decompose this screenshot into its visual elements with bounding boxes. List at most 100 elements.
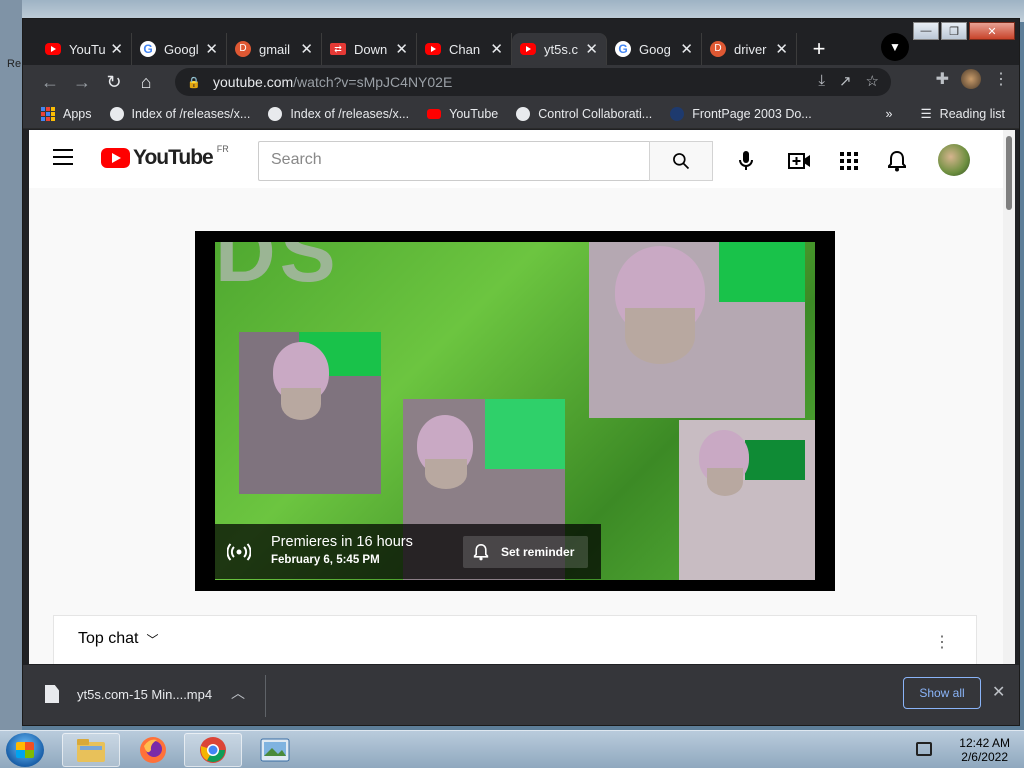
search-button[interactable] [649,141,713,181]
top-chat-dropdown[interactable]: Top chat ﹀ [78,630,159,648]
bookmark-youtube[interactable]: YouTube [427,107,498,121]
home-button[interactable]: ⌂ [133,69,159,95]
thumbnail-person-bottom-right [679,420,815,580]
bookmark-label: Apps [63,106,92,121]
close-tab-icon[interactable]: ✕ [585,40,598,58]
tab-title: gmail [259,41,291,57]
tab-youtube[interactable]: YouTu ✕ [37,33,132,65]
image-viewer-icon [260,738,290,762]
profile-avatar[interactable] [961,69,981,89]
premiere-title: Premieres in 16 hours [271,534,413,550]
tab-strip: YouTu ✕ G Googl ✕ D gmail ✕ ⇄ Down ✕ Cha… [37,31,833,65]
frontpage-icon [670,106,685,121]
scrollbar-thumb[interactable] [1006,136,1012,210]
bookmark-frontpage[interactable]: FrontPage 2003 Do... [670,106,812,121]
google-icon: G [140,41,156,57]
user-avatar[interactable] [938,144,970,176]
start-button[interactable] [6,733,44,767]
network-icon[interactable] [916,742,932,756]
close-tab-icon[interactable]: ✕ [205,40,218,58]
tab-search-button[interactable]: ▼ [881,33,909,61]
tab-title: YouTu [69,41,106,57]
more-options-icon[interactable]: ⋮ [934,632,950,652]
taskbar-image-viewer[interactable] [246,733,304,767]
tab-download[interactable]: ⇄ Down ✕ [322,33,417,65]
tab-driver[interactable]: D driver ✕ [702,33,797,65]
close-tab-icon[interactable]: ✕ [300,40,313,58]
tab-yt5s-active[interactable]: yt5s.c ✕ [512,33,607,65]
download-icon: ⇄ [330,41,346,57]
voice-search-button[interactable] [727,142,765,180]
apps-button[interactable] [830,142,868,180]
apps-grid-icon [41,106,55,121]
reload-button[interactable]: ↻ [101,69,127,95]
create-button[interactable] [781,142,819,180]
taskbar-chrome[interactable] [184,733,242,767]
youtube-icon [520,41,536,57]
address-bar[interactable]: 🔒 youtube.com /watch?v=sMpJC4NY02E ⤓ ↗ ☆ [175,68,891,96]
taskbar-explorer[interactable] [62,733,120,767]
new-tab-button[interactable]: + [805,35,833,63]
tab-title: Down [354,41,388,57]
search-input[interactable]: Search [258,141,649,181]
reading-list-icon: ☰ [920,107,932,121]
forward-button[interactable]: → [69,69,95,95]
bookmark-control-collab[interactable]: Control Collaborati... [516,106,653,121]
bookmarks-overflow-button[interactable]: » [886,107,893,121]
firefox-icon [140,737,166,763]
chrome-window: — ❐ ✕ YouTu ✕ G Googl ✕ D gmail ✕ ⇄ Down… [22,18,1020,726]
video-player[interactable]: DS Premieres in 16 hours February 6, 5:4… [195,231,835,591]
bookmark-label: Index of /releases/x... [131,106,251,121]
minimize-button[interactable]: — [913,22,939,40]
hamburger-menu-icon[interactable] [53,149,73,165]
page-scrollbar[interactable] [1003,130,1015,664]
country-code: FR [216,144,229,154]
show-all-button[interactable]: Show all [903,677,981,709]
reading-list-button[interactable]: ☰ Reading list [920,106,1005,122]
close-tab-icon[interactable]: ✕ [395,40,408,58]
youtube-header: YouTube FR Search [29,130,1003,188]
notifications-button[interactable] [878,142,916,180]
bookmark-label: Control Collaborati... [538,106,653,121]
close-tab-icon[interactable]: ✕ [110,40,123,58]
clock-date: 2/6/2022 [961,750,1008,764]
youtube-logo[interactable]: YouTube FR [101,144,229,170]
windows-taskbar: 12:42 AM 2/6/2022 [0,730,1024,768]
thumbnail-person-left [239,332,381,494]
duckduckgo-icon: D [235,41,251,57]
bookmark-index-1[interactable]: Index of /releases/x... [109,106,251,121]
google-icon: G [615,41,631,57]
system-clock[interactable]: 12:42 AM 2/6/2022 [959,736,1010,764]
download-file-name[interactable]: yt5s.com-15 Min....mp4 [77,687,212,702]
duckduckgo-icon: D [710,41,726,57]
back-button[interactable]: ← [37,69,63,95]
globe-icon [109,106,124,121]
window-close-button[interactable]: ✕ [969,22,1015,40]
extensions-icon[interactable]: ✚ [936,69,949,89]
maximize-button[interactable]: ❐ [941,22,967,40]
youtube-wordmark: YouTube [133,146,214,169]
tab-google-2[interactable]: G Goog ✕ [607,33,702,65]
tab-title: yt5s.c [544,41,578,57]
chevron-up-icon[interactable]: ︿ [231,683,245,703]
bookmark-star-icon[interactable]: ☆ [866,72,879,90]
install-icon[interactable]: ⤓ [818,72,825,90]
tab-gmail[interactable]: D gmail ✕ [227,33,322,65]
bookmark-index-2[interactable]: Index of /releases/x... [268,106,409,121]
share-icon[interactable]: ↗ [839,72,852,90]
tab-google[interactable]: G Googl ✕ [132,33,227,65]
tab-channel[interactable]: Chan ✕ [417,33,512,65]
set-reminder-label: Set reminder [501,545,575,559]
taskbar-firefox[interactable] [124,733,182,767]
set-reminder-button[interactable]: Set reminder [463,536,588,568]
chrome-icon [200,737,226,763]
menu-dots-icon[interactable]: ⋮ [993,69,1009,89]
reading-list-label: Reading list [939,106,1005,121]
close-icon[interactable]: ✕ [992,682,1005,702]
close-tab-icon[interactable]: ✕ [680,40,693,58]
bookmark-label: YouTube [449,106,499,121]
close-tab-icon[interactable]: ✕ [490,40,503,58]
bell-icon [888,150,906,172]
close-tab-icon[interactable]: ✕ [775,40,788,58]
bookmark-apps[interactable]: Apps [41,106,92,121]
